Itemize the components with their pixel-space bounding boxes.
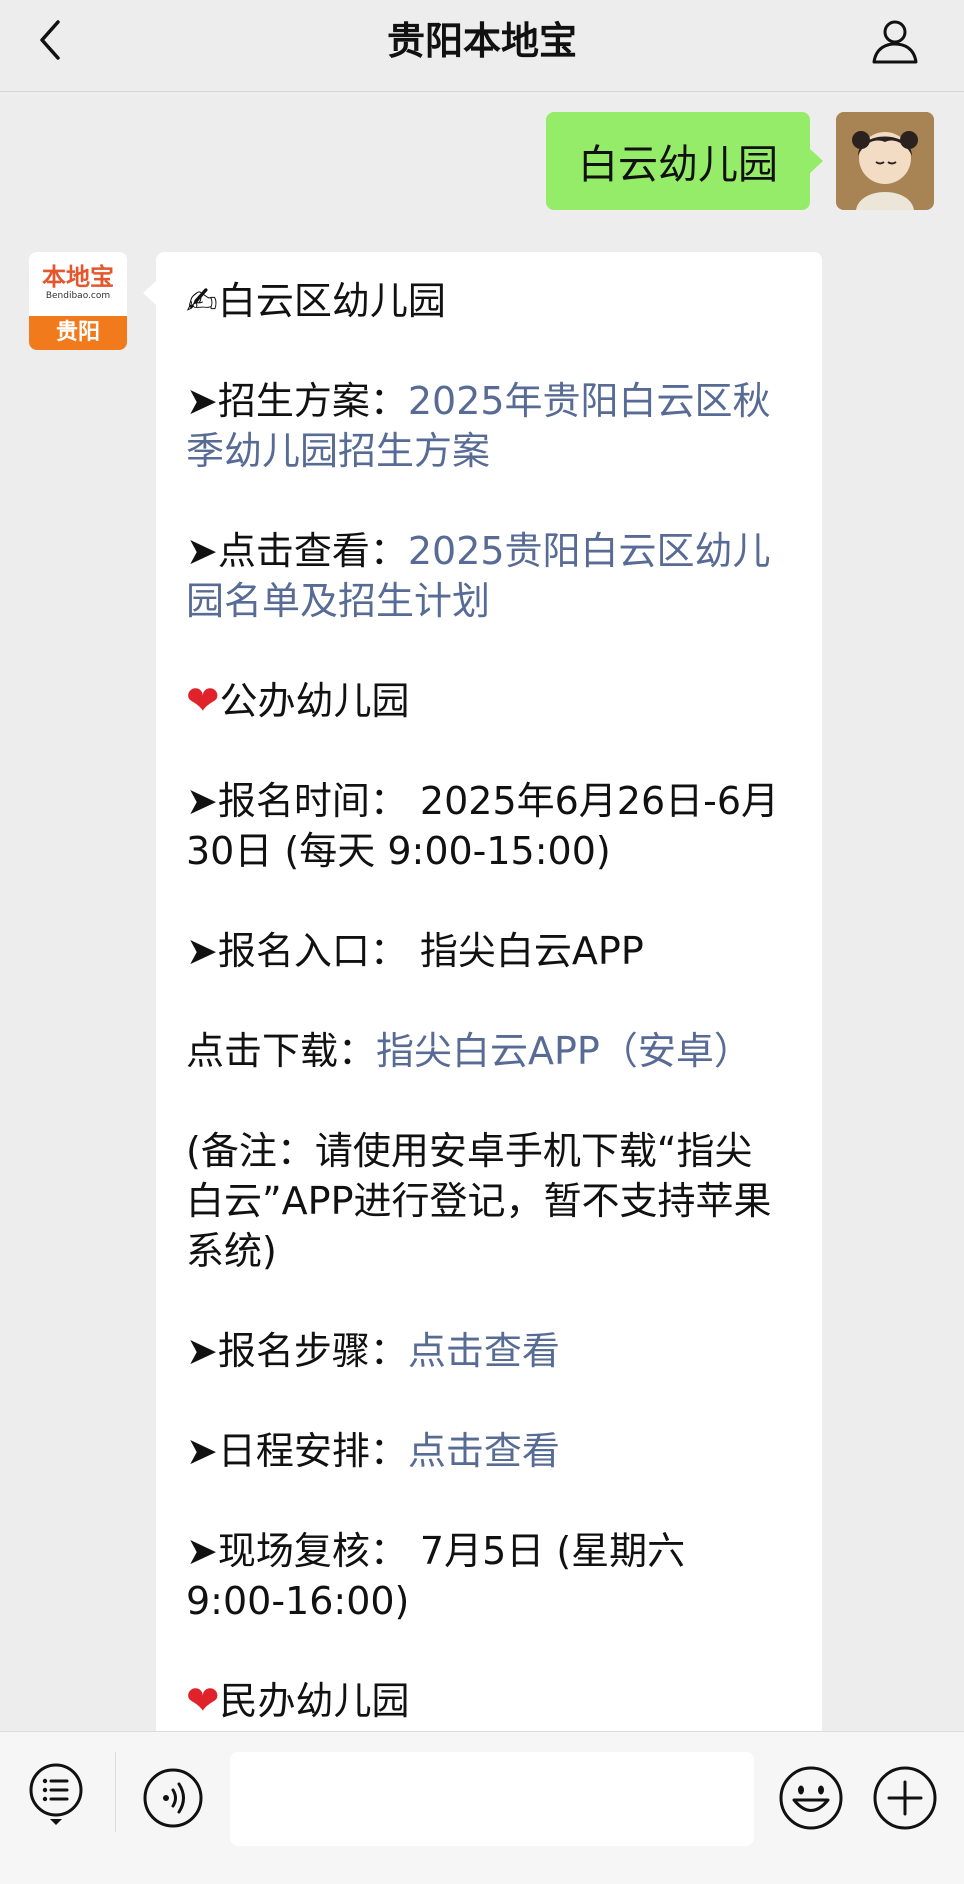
top-bar: 贵阳本地宝 [0, 0, 964, 92]
registration-steps-link[interactable]: 点击查看 [408, 1329, 560, 1373]
kindergarten-list-line: ➤点击查看：2025贵阳白云区幼儿园名单及招生计划 [186, 526, 790, 626]
onsite-review: ➤现场复核： 7月5日 (星期六 9:00-16:00) [186, 1529, 686, 1623]
download-app-link[interactable]: 指尖白云APP（安卓） [376, 1029, 752, 1073]
private-heading-text: 民办幼儿园 [219, 1679, 410, 1723]
enrollment-plan-label: ➤招生方案： [186, 379, 408, 423]
brand-domain: Bendibao.com [45, 291, 111, 301]
outgoing-message-text: 白云幼儿园 [578, 142, 778, 188]
person-icon[interactable] [870, 16, 920, 66]
schedule-label: ➤日程安排： [186, 1429, 408, 1473]
brand-logo-text: 本地宝 [42, 262, 114, 291]
outgoing-message-bubble[interactable]: 白云幼儿园 [546, 112, 823, 210]
plus-icon[interactable] [872, 1765, 938, 1831]
heart-icon: ❤ [186, 1678, 220, 1724]
incoming-message-bubble: ✍白云区幼儿园 ➤招生方案：2025年贵阳白云区秋季幼儿园招生方案 ➤点击查看：… [143, 252, 822, 1752]
page-title: 贵阳本地宝 [386, 19, 577, 63]
list-menu-icon[interactable] [28, 1762, 84, 1828]
registration-steps-label: ➤报名步骤： [186, 1329, 408, 1373]
brand-city: 贵阳 [29, 316, 127, 350]
brand-logo: 本地宝 Bendibao.com [29, 252, 127, 316]
private-kindergarten-heading: ❤民办幼儿园 [186, 1676, 790, 1726]
bottom-input-bar [0, 1731, 964, 1884]
download-note: (备注：请使用安卓手机下载“指尖白云”APP进行登记，暂不支持苹果系统) [186, 1129, 772, 1273]
enrollment-plan-line: ➤招生方案：2025年贵阳白云区秋季幼儿园招生方案 [186, 376, 790, 476]
download-label: 点击下载： [186, 1029, 377, 1073]
registration-entry: ➤报名入口： 指尖白云APP [186, 929, 644, 973]
kindergarten-list-label: ➤点击查看： [186, 529, 408, 573]
registration-steps-line: ➤报名步骤：点击查看 [186, 1326, 790, 1376]
smiley-icon[interactable] [778, 1765, 844, 1831]
voice-icon[interactable] [142, 1767, 204, 1829]
heart-icon: ❤ [186, 678, 220, 724]
message-heading: ✍白云区幼儿园 [186, 279, 446, 323]
public-kindergarten-heading: ❤公办幼儿园 [186, 676, 790, 726]
sender-avatar[interactable]: 本地宝 Bendibao.com 贵阳 [29, 252, 127, 350]
user-avatar[interactable] [836, 112, 934, 210]
schedule-line: ➤日程安排：点击查看 [186, 1426, 790, 1476]
message-input[interactable] [230, 1752, 754, 1846]
registration-time: ➤报名时间： 2025年6月26日-6月30日 (每天 9:00-15:00) [186, 779, 780, 873]
public-heading-text: 公办幼儿园 [219, 679, 410, 723]
outgoing-message-row: 白云幼儿园 [546, 112, 934, 210]
download-line: 点击下载：指尖白云APP（安卓） [186, 1026, 790, 1076]
bottom-bar-divider [115, 1752, 116, 1832]
schedule-link[interactable]: 点击查看 [408, 1429, 560, 1473]
